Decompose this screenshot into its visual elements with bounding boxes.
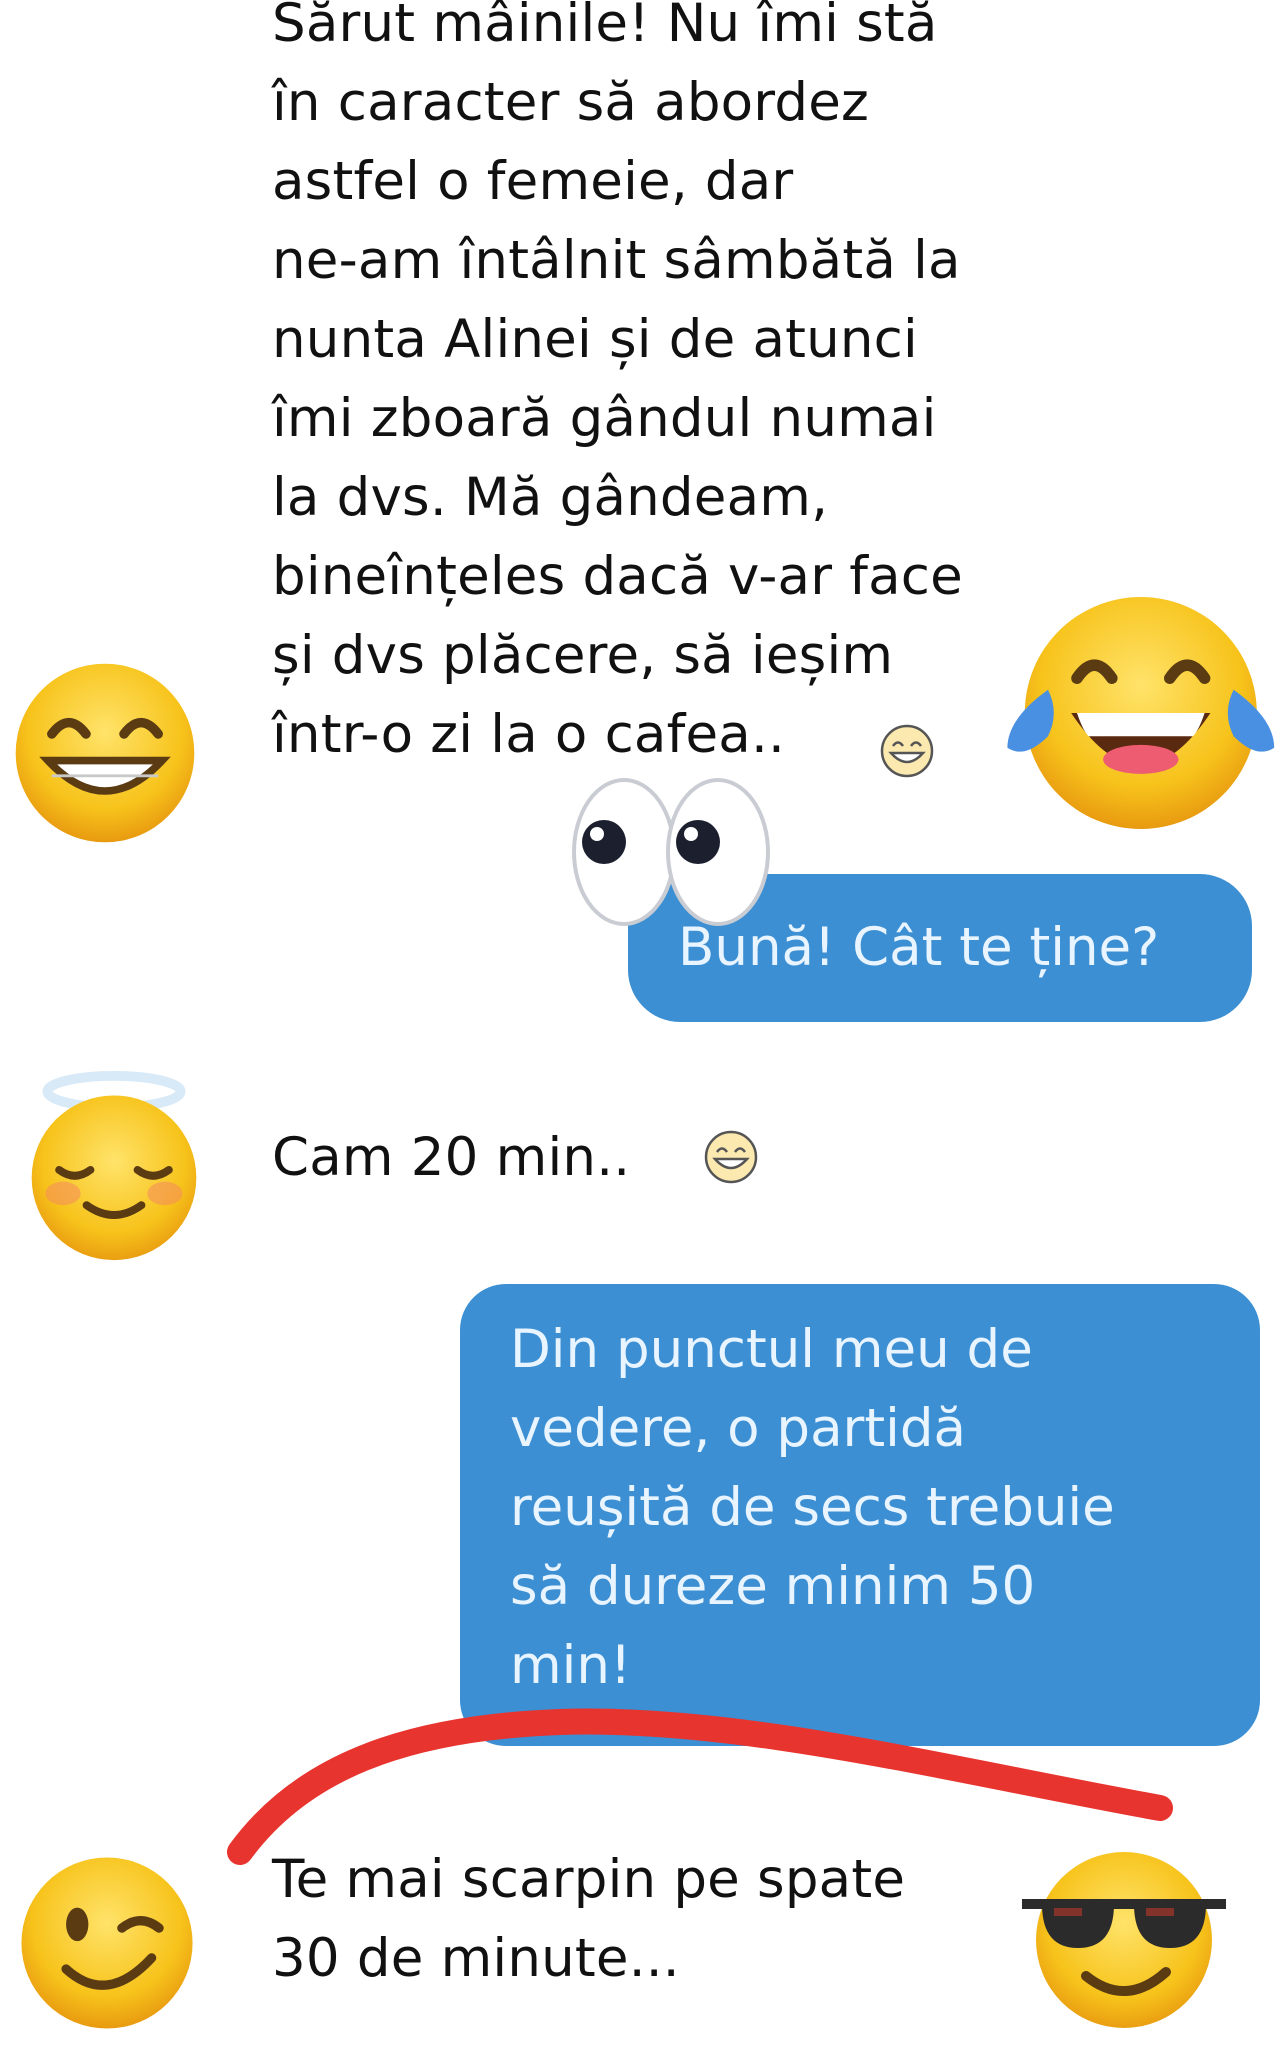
incoming-message-3: Te mai scarpin pe spate 30 de minute... [272, 1849, 906, 1989]
chat-screenshot: Sărut mâinile! Nu îmi stă în caracter să… [0, 0, 1280, 2048]
tears-of-joy-face-icon [1007, 597, 1275, 829]
face-with-sunglasses-icon [1022, 1852, 1226, 2028]
smiling-face-with-halo-icon [31, 1070, 197, 1261]
eyes-icon [572, 778, 770, 926]
red-annotation-stroke [227, 1708, 1173, 1865]
grinning-face-icon [15, 663, 195, 843]
winking-face-icon [21, 1857, 193, 2029]
